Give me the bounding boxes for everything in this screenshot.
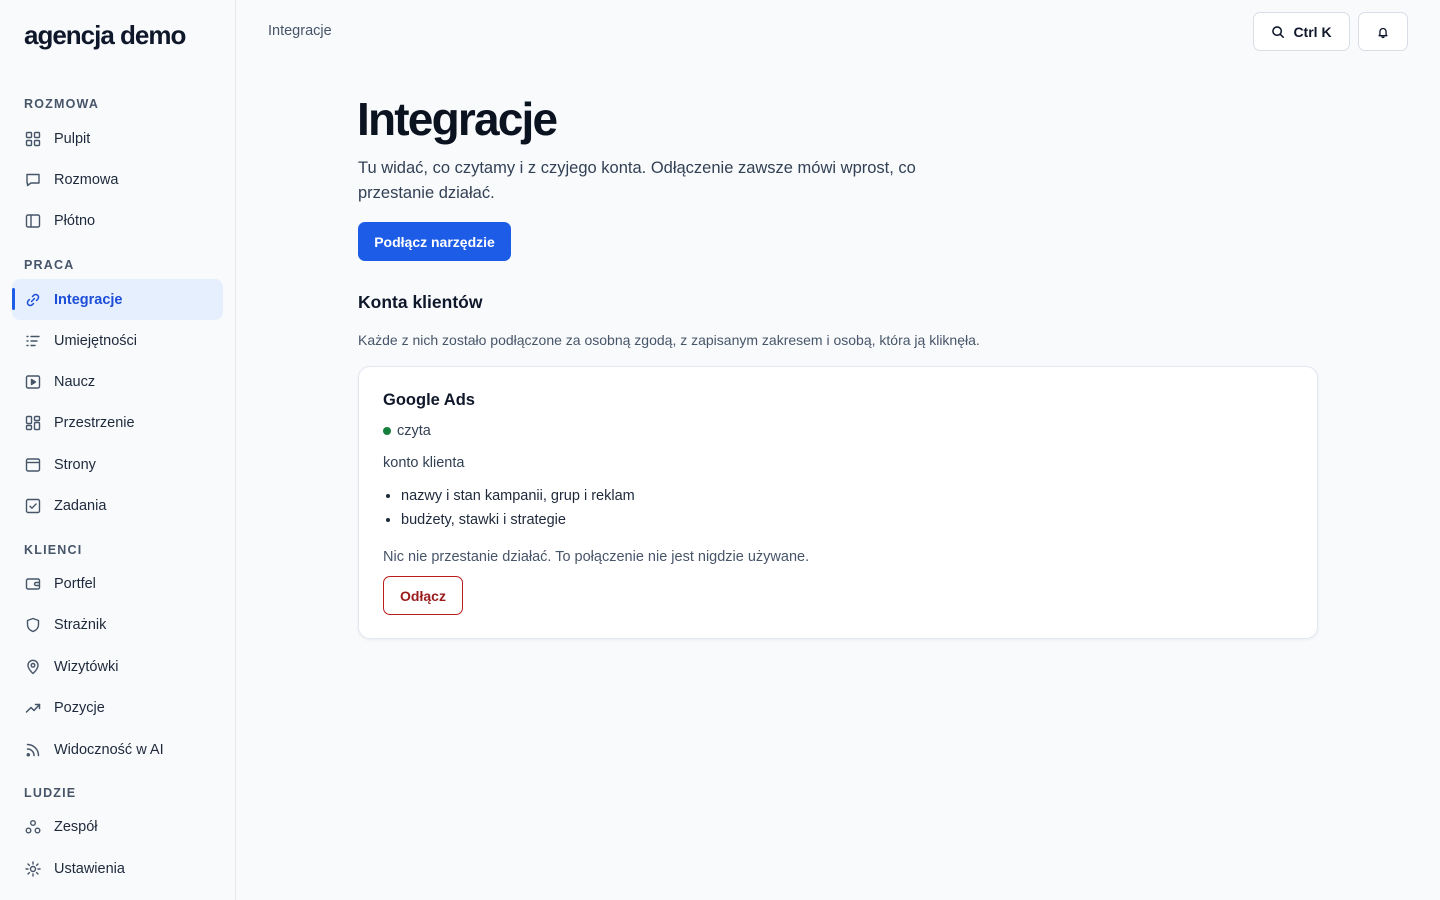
status-badge: czyta: [383, 423, 431, 439]
rss-icon: [24, 741, 42, 759]
page-title: Integracje: [357, 93, 558, 145]
sidebar-item-label: Rozmowa: [54, 171, 119, 188]
layout-icon: [24, 414, 42, 432]
sidebar-item-label: Umiejętności: [54, 332, 137, 349]
section-label-ludzie: LUDZIE: [24, 786, 77, 800]
play-icon: [24, 373, 42, 391]
sidebar-item-label: Przestrzenie: [54, 414, 135, 431]
sidebar-item-label: Strażnik: [54, 616, 107, 633]
sidebar-item-label: Zespół: [54, 818, 98, 835]
brand-logo[interactable]: agencja demo: [24, 20, 186, 51]
sidebar-item-strony[interactable]: Strony: [12, 444, 223, 485]
breadcrumb: Integracje: [268, 23, 332, 39]
section-label-praca: PRACA: [24, 258, 75, 272]
sidebar-item-label: Widoczność w AI: [54, 741, 164, 758]
sidebar-item-integracje[interactable]: Integracje: [12, 279, 223, 320]
sidebar-item-label: Strony: [54, 456, 96, 473]
search-button[interactable]: Ctrl K: [1253, 12, 1350, 51]
sidebar-item-label: Płótno: [54, 212, 96, 229]
sidebar-item-label: Portfel: [54, 575, 96, 592]
sidebar-item-label: Naucz: [54, 373, 96, 390]
sidebar-item-rozmowa[interactable]: Rozmowa: [12, 159, 223, 200]
scope-list: nazwy i stan kampanii, grup i reklam bud…: [401, 484, 635, 532]
sidebar-item-naucz[interactable]: Naucz: [12, 361, 223, 402]
sidebar-item-label: Zadania: [54, 497, 107, 514]
sidebar-item-straznik[interactable]: Strażnik: [12, 604, 223, 645]
list-item: nazwy i stan kampanii, grup i reklam: [401, 484, 635, 508]
sidebar-item-pulpit[interactable]: Pulpit: [12, 118, 223, 159]
sidebar-item-umiejetnosci[interactable]: Umiejętności: [12, 320, 223, 361]
sidebar-item-widocznosc-w-ai[interactable]: Widoczność w AI: [12, 729, 223, 770]
sidebar-item-wizytowki[interactable]: Wizytówki: [12, 646, 223, 687]
search-shortcut-label: Ctrl K: [1293, 23, 1332, 40]
list-icon: [24, 332, 42, 350]
shield-icon: [24, 616, 42, 634]
trending-up-icon: [24, 699, 42, 717]
chat-icon: [24, 171, 42, 189]
status-label: czyta: [397, 423, 431, 439]
panel-icon: [24, 212, 42, 230]
connect-tool-button[interactable]: Podłącz narzędzie: [358, 222, 511, 261]
bell-icon: [1376, 25, 1390, 39]
settings-icon: [24, 860, 42, 878]
integration-card: Google Ads czyta konto klienta nazwy i s…: [358, 366, 1318, 639]
sidebar-item-label: Wizytówki: [54, 658, 119, 675]
sidebar-item-label: Pulpit: [54, 130, 91, 147]
disconnect-button[interactable]: Odłącz: [383, 576, 463, 615]
section-label-rozmowa: ROZMOWA: [24, 97, 100, 111]
account-type: konto klienta: [383, 455, 465, 471]
grid-icon: [24, 130, 42, 148]
sidebar-item-label: Integracje: [54, 291, 123, 308]
sidebar-item-zespol[interactable]: Zespół: [12, 806, 223, 847]
search-icon: [1271, 25, 1285, 39]
sidebar-item-label: Pozycje: [54, 699, 105, 716]
sidebar-item-plotno[interactable]: Płótno: [12, 200, 223, 241]
sidebar-item-pozycje[interactable]: Pozycje: [12, 687, 223, 728]
list-item: budżety, stawki i strategie: [401, 508, 635, 532]
sidebar-item-label: Ustawienia: [54, 860, 125, 877]
sidebar-item-przestrzenie[interactable]: Przestrzenie: [12, 402, 223, 443]
checkbox-icon: [24, 497, 42, 515]
client-accounts-heading: Konta klientów: [358, 292, 483, 312]
client-accounts-description: Każde z nich zostało podłączone za osobn…: [358, 332, 980, 348]
sidebar: agencja demo ROZMOWA Pulpit Rozmowa Płót…: [0, 0, 236, 900]
disconnect-impact-note: Nic nie przestanie działać. To połączeni…: [383, 549, 810, 565]
integration-name: Google Ads: [383, 391, 475, 409]
page-description: Tu widać, co czytamy i z czyjego konta. …: [358, 159, 916, 202]
team-icon: [24, 818, 42, 836]
map-pin-icon: [24, 658, 42, 676]
link-icon: [24, 291, 42, 309]
sidebar-item-ustawienia[interactable]: Ustawienia: [12, 848, 223, 889]
sidebar-item-portfel[interactable]: Portfel: [12, 563, 223, 604]
section-label-klienci: KLIENCI: [24, 543, 83, 557]
notifications-button[interactable]: [1358, 12, 1408, 51]
wallet-icon: [24, 575, 42, 593]
status-dot-icon: [383, 427, 391, 435]
sidebar-item-zadania[interactable]: Zadania: [12, 485, 223, 526]
browser-icon: [24, 456, 42, 474]
